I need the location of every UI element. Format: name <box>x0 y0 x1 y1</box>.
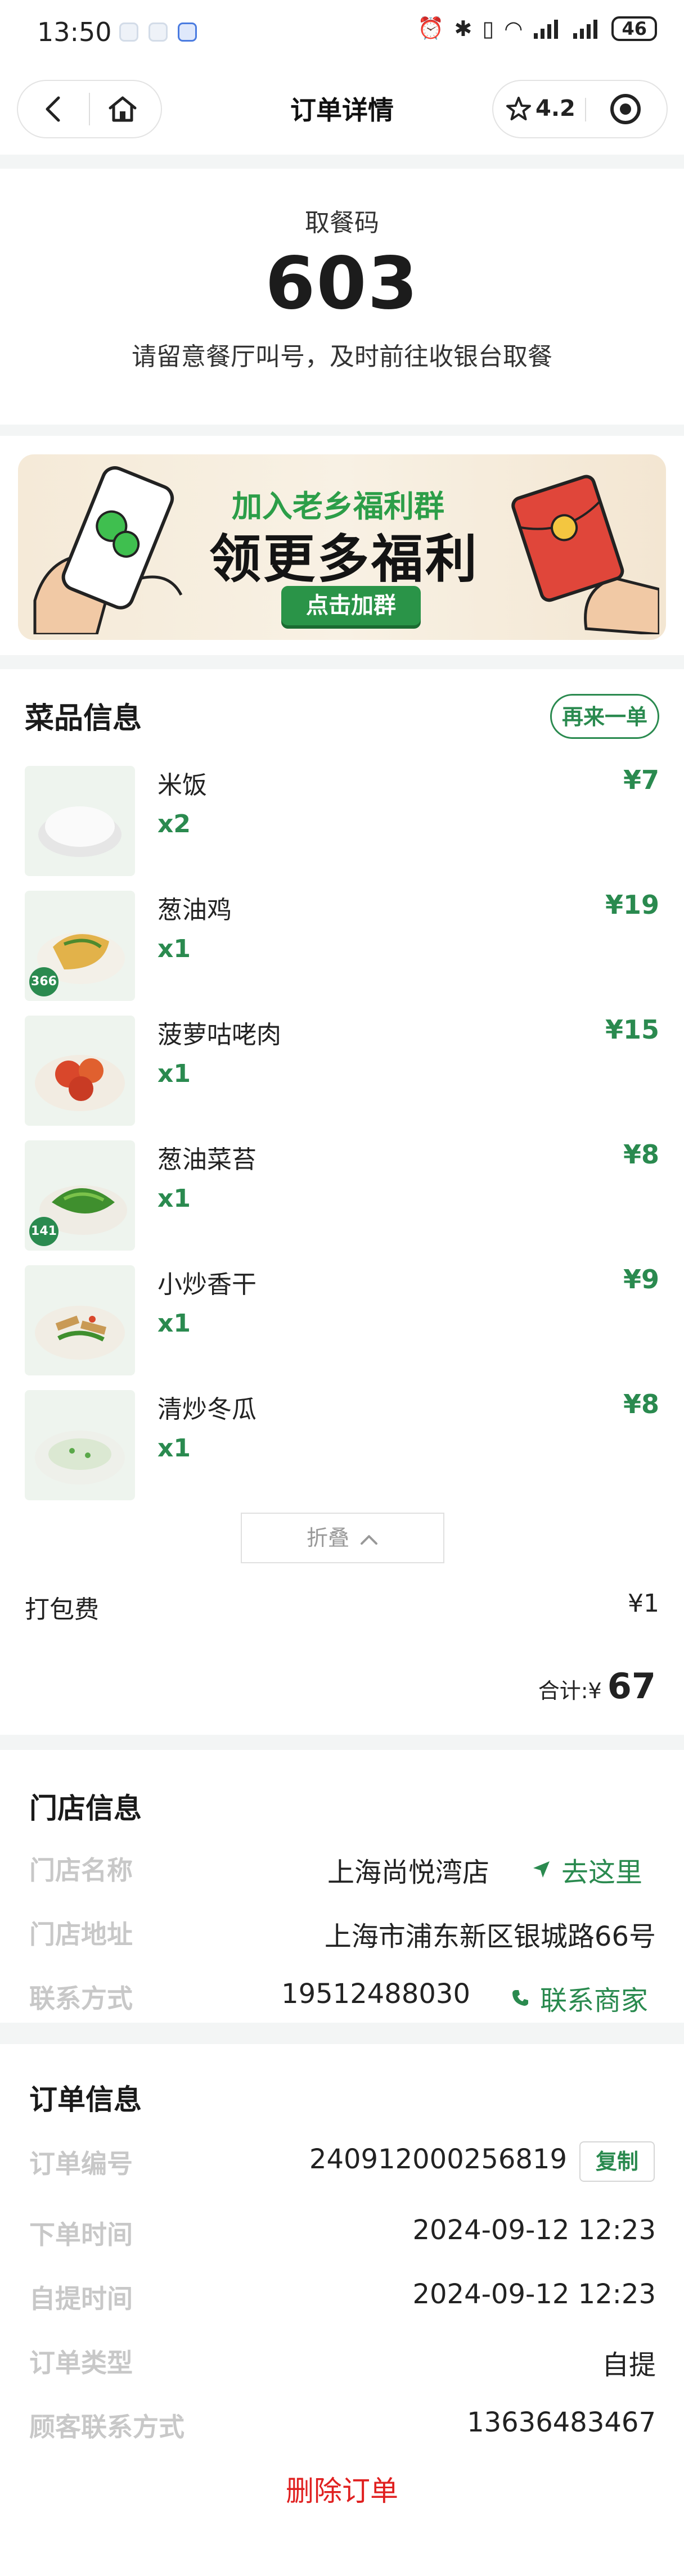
dish-image <box>25 1390 135 1500</box>
rating-value: 4.2 <box>536 96 575 121</box>
banner-line2: 领更多福利 <box>209 529 480 589</box>
star-icon[interactable] <box>505 96 532 123</box>
section-title-order: 订单信息 <box>29 2083 142 2116</box>
packing-fee-label: 打包费 <box>25 1595 99 1624</box>
dish-price: ¥8 <box>623 1139 659 1170</box>
fold-label: 折叠 <box>306 1526 349 1550</box>
bluetooth-icon: ✱ <box>454 16 472 41</box>
dish-name: 清炒冬瓜 <box>158 1395 256 1424</box>
contact-merchant-link[interactable]: 联系商家 <box>511 1978 648 2018</box>
dish-qty: x1 <box>158 1309 191 1338</box>
app-notification-icon <box>178 22 197 42</box>
pickup-tip: 请留意餐厅叫号，及时前往收银台取餐 <box>132 342 552 371</box>
dish-badge: 366 <box>29 967 58 996</box>
dish-name: 葱油菜苔 <box>158 1145 256 1174</box>
store-address: 上海市浦东新区银城路66号 <box>324 1921 656 1952</box>
target-icon[interactable] <box>608 91 644 127</box>
pickup-time-label: 自提时间 <box>29 2284 133 2314</box>
alarm-icon: ⏰ <box>417 16 444 40</box>
reorder-button[interactable]: 再来一单 <box>550 694 659 739</box>
contact-merchant-label: 联系商家 <box>540 1985 649 2016</box>
dish-qty: x1 <box>158 1434 191 1463</box>
store-name: 上海尚悦湾店 <box>327 1857 489 1888</box>
order-type: 自提 <box>601 2349 656 2381</box>
dish-qty: x1 <box>158 1184 191 1213</box>
pickup-time: 2024-09-12 12:23 <box>412 2279 656 2310</box>
dish-image <box>25 766 135 876</box>
order-type-label: 订单类型 <box>29 2348 133 2378</box>
pickup-label: 取餐码 <box>305 209 379 237</box>
pickup-code: 603 <box>265 242 419 326</box>
phone-wechat-illustration <box>33 466 183 634</box>
navigate-link[interactable]: 去这里 <box>531 1850 642 1889</box>
order-total: 合计:¥ 67 <box>538 1666 656 1707</box>
status-bar: 13:50 ⏰ ✱ ▯ ◠ 46 <box>0 0 684 67</box>
customer-phone: 13636483467 <box>467 2407 656 2438</box>
order-number-label: 订单编号 <box>29 2149 133 2179</box>
store-name-label: 门店名称 <box>29 1855 133 1885</box>
notification-icon <box>119 22 138 42</box>
dish-price: ¥7 <box>623 765 659 795</box>
order-time: 2024-09-12 12:23 <box>412 2214 656 2246</box>
dish-badge: 141 <box>29 1217 58 1246</box>
phone-icon <box>512 1990 528 2006</box>
promo-banner[interactable]: 加入老乡福利群 领更多福利 点击加群 <box>18 454 666 640</box>
location-arrow-icon <box>533 1861 550 1878</box>
dish-image <box>25 1265 135 1375</box>
dish-price: ¥15 <box>605 1014 659 1045</box>
dish-image <box>25 1016 135 1126</box>
nav-divider <box>585 98 586 121</box>
fold-button[interactable]: 折叠 <box>241 1513 444 1563</box>
notification-icon <box>148 22 168 42</box>
order-number: 240912000256819 <box>309 2144 567 2175</box>
status-time: 13:50 <box>37 17 112 47</box>
packing-fee-value: ¥1 <box>628 1589 659 1618</box>
dish-qty: x2 <box>158 810 191 838</box>
customer-contact-label: 顾客联系方式 <box>29 2412 184 2442</box>
dish-price: ¥19 <box>605 890 659 920</box>
chevron-up-icon <box>361 1535 378 1545</box>
dish-price: ¥9 <box>623 1264 659 1294</box>
dish-name: 小炒香干 <box>158 1270 256 1299</box>
join-group-button[interactable]: 点击加群 <box>281 586 421 625</box>
vibrate-icon: ▯ <box>482 16 494 41</box>
red-packet-illustration <box>511 475 659 634</box>
wifi-icon: ◠ <box>504 16 523 41</box>
section-title-dishes: 菜品信息 <box>25 702 142 736</box>
section-title-store: 门店信息 <box>29 1792 142 1825</box>
total-label: 合计:¥ <box>538 1679 602 1703</box>
delete-order-button[interactable]: 删除订单 <box>0 2469 684 2509</box>
copy-button[interactable]: 复制 <box>579 2141 655 2182</box>
store-address-label: 门店地址 <box>29 1919 133 1950</box>
total-value: 67 <box>607 1666 656 1707</box>
dish-name: 米饭 <box>158 771 207 800</box>
store-phone: 19512488030 <box>281 1978 470 2010</box>
contact-label: 联系方式 <box>29 1983 133 2014</box>
signal-icon <box>573 19 598 39</box>
dish-qty: x1 <box>158 935 191 963</box>
dish-name: 葱油鸡 <box>158 896 232 924</box>
dish-qty: x1 <box>158 1059 191 1088</box>
dish-price: ¥8 <box>623 1389 659 1419</box>
navigate-label: 去这里 <box>561 1857 643 1888</box>
dish-name: 菠萝咕咾肉 <box>158 1021 281 1049</box>
battery-icon: 46 <box>611 16 657 41</box>
signal-icon <box>534 19 559 39</box>
order-time-label: 下单时间 <box>29 2219 133 2250</box>
